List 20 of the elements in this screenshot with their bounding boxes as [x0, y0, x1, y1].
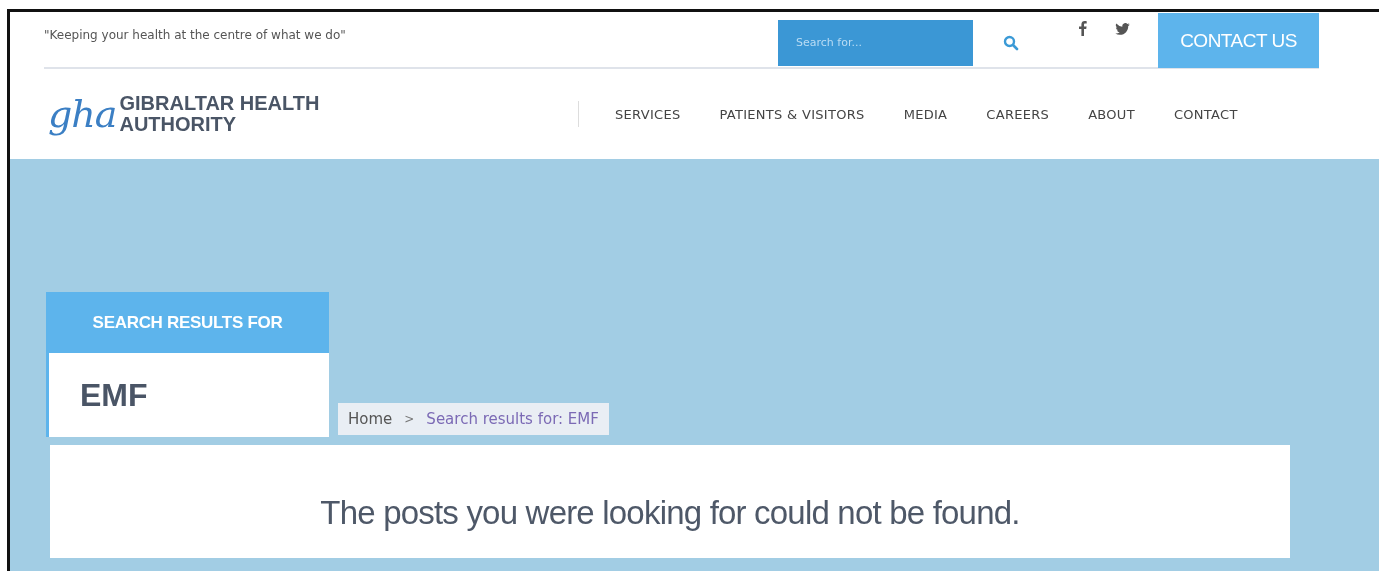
nav-link[interactable]: SERVICES [615, 106, 681, 122]
results-heading: SEARCH RESULTS FOR [46, 292, 329, 353]
nav-link[interactable]: CONTACT [1173, 106, 1238, 122]
logo-name: GIBRALTAR HEALTH [119, 93, 320, 114]
nav-link[interactable]: ABOUT [1088, 106, 1135, 122]
search-icon[interactable] [1003, 34, 1019, 51]
search-field[interactable]: Search for... [778, 19, 973, 66]
breadcrumb-current: Search results for: EMF [426, 410, 599, 428]
search-query: EMF [80, 376, 148, 414]
breadcrumb-home-link[interactable]: Home [348, 410, 393, 428]
nav-link[interactable]: PATIENTS & VISITORS [719, 106, 865, 122]
logo-name: AUTHORITY [119, 114, 238, 135]
logo-mark[interactable]: gha [48, 92, 117, 136]
facebook-icon[interactable] [1079, 21, 1087, 36]
twitter-icon[interactable] [1115, 22, 1130, 35]
breadcrumb-separator: > [404, 412, 415, 426]
nav-link[interactable]: MEDIA [903, 106, 948, 122]
not-found-message: The posts you were looking for could not be found. [320, 493, 1020, 532]
tagline: "Keeping your health at the centre of what we do" [44, 27, 346, 42]
nav-link[interactable]: CAREERS [986, 106, 1050, 122]
